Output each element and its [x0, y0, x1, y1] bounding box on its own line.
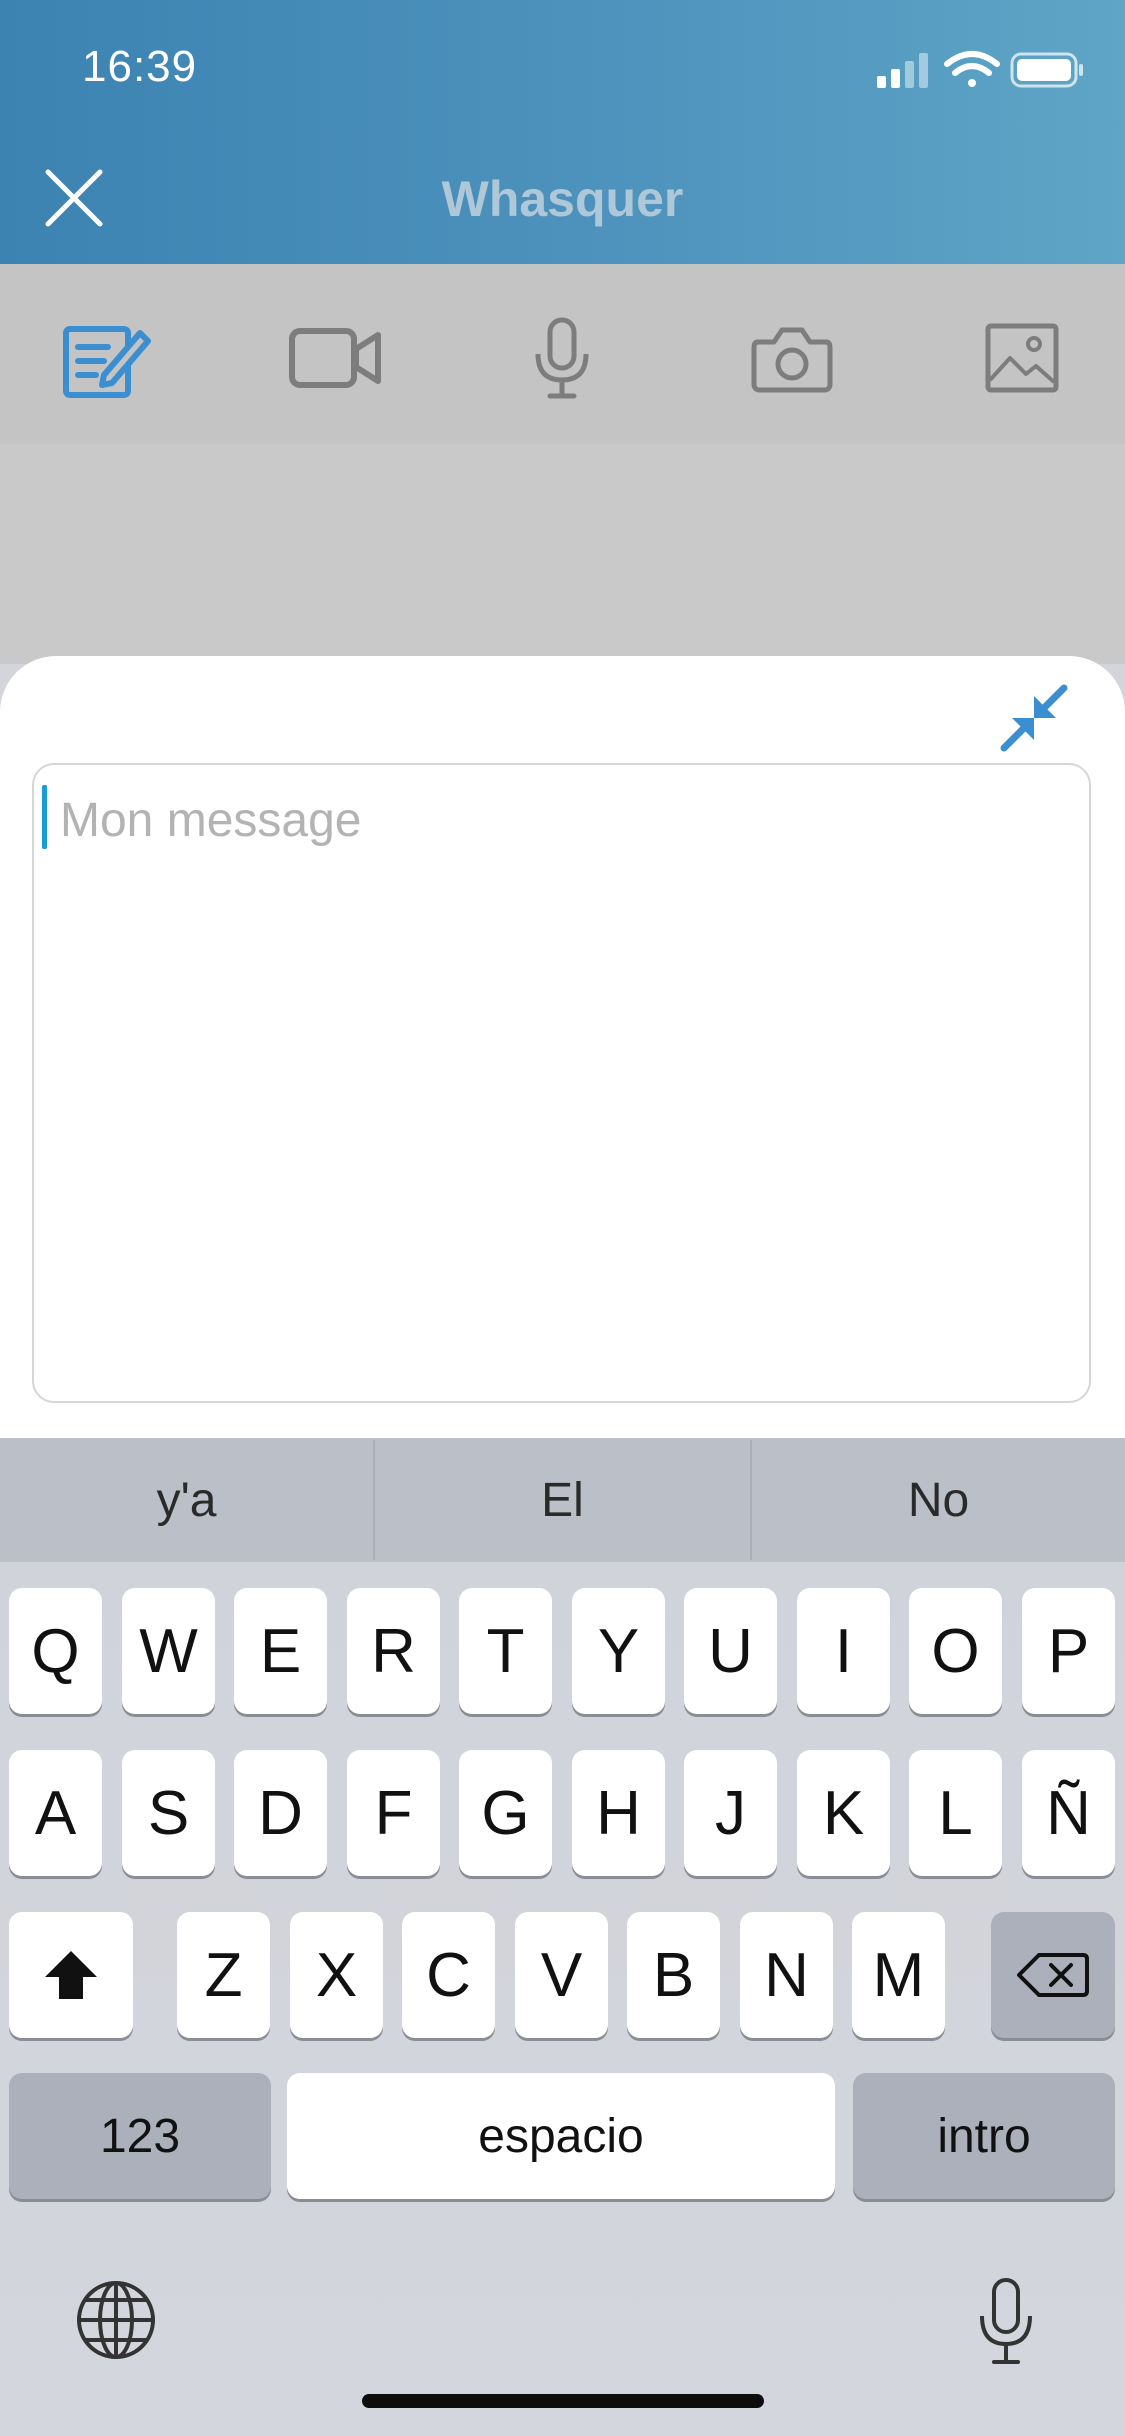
- key-b[interactable]: B: [627, 1912, 720, 2038]
- key-i[interactable]: I: [797, 1588, 890, 1714]
- suggestion-1[interactable]: y'a: [0, 1438, 373, 1562]
- key-u[interactable]: U: [684, 1588, 777, 1714]
- key-p[interactable]: P: [1022, 1588, 1115, 1714]
- key-e[interactable]: E: [234, 1588, 327, 1714]
- key-l[interactable]: L: [909, 1750, 1002, 1876]
- key-r[interactable]: R: [347, 1588, 440, 1714]
- collapse-arrows-icon: [1000, 684, 1068, 752]
- audio-button[interactable]: [510, 306, 614, 410]
- camera-button[interactable]: [740, 306, 844, 410]
- space-key[interactable]: espacio: [287, 2073, 835, 2199]
- video-button[interactable]: [282, 306, 386, 410]
- key-f[interactable]: F: [347, 1750, 440, 1876]
- key-v[interactable]: V: [515, 1912, 608, 2038]
- shift-key[interactable]: [9, 1912, 133, 2038]
- camera-icon: [751, 327, 833, 393]
- battery-icon: [1010, 52, 1083, 88]
- image-icon: [985, 323, 1059, 393]
- key-s[interactable]: S: [122, 1750, 215, 1876]
- text-caret: [42, 785, 47, 849]
- key-c[interactable]: C: [402, 1912, 495, 2038]
- key-y[interactable]: Y: [572, 1588, 665, 1714]
- message-input[interactable]: [60, 790, 1060, 850]
- status-time: 16:39: [82, 42, 198, 91]
- key-k[interactable]: K: [797, 1750, 890, 1876]
- message-textarea[interactable]: [32, 763, 1091, 1403]
- wifi-icon: [944, 51, 1000, 87]
- backspace-key[interactable]: [991, 1912, 1115, 2038]
- page-title: Whasquer: [441, 171, 684, 227]
- key-t[interactable]: T: [459, 1588, 552, 1714]
- suggestion-2[interactable]: El: [375, 1438, 750, 1562]
- text-mode-button[interactable]: [52, 306, 156, 410]
- dictation-button[interactable]: [976, 2276, 1036, 2366]
- dictation-microphone-icon: [980, 2278, 1032, 2364]
- return-key[interactable]: intro: [853, 2073, 1115, 2199]
- shift-arrow-icon: [45, 1951, 97, 1999]
- backspace-icon: [1017, 1953, 1089, 1997]
- key-n-tilde[interactable]: Ñ: [1022, 1750, 1115, 1876]
- signal-icon: [877, 53, 928, 88]
- key-n[interactable]: N: [740, 1912, 833, 2038]
- key-j[interactable]: J: [684, 1750, 777, 1876]
- edit-note-icon: [63, 326, 151, 398]
- key-m[interactable]: M: [852, 1912, 945, 2038]
- key-o[interactable]: O: [909, 1588, 1002, 1714]
- video-camera-icon: [289, 328, 381, 388]
- status-icons: [877, 51, 1083, 88]
- key-w[interactable]: W: [122, 1588, 215, 1714]
- globe-icon: [77, 2281, 155, 2359]
- microphone-icon: [535, 317, 589, 399]
- home-indicator[interactable]: [362, 2394, 764, 2408]
- collapse-button[interactable]: [998, 682, 1070, 754]
- image-button[interactable]: [970, 306, 1074, 410]
- key-z[interactable]: Z: [177, 1912, 270, 2038]
- numbers-key[interactable]: 123: [9, 2073, 271, 2199]
- globe-button[interactable]: [74, 2278, 158, 2362]
- key-d[interactable]: D: [234, 1750, 327, 1876]
- key-q[interactable]: Q: [9, 1588, 102, 1714]
- key-x[interactable]: X: [290, 1912, 383, 2038]
- key-a[interactable]: A: [9, 1750, 102, 1876]
- key-h[interactable]: H: [572, 1750, 665, 1876]
- suggestion-3[interactable]: No: [752, 1438, 1125, 1562]
- key-g[interactable]: G: [459, 1750, 552, 1876]
